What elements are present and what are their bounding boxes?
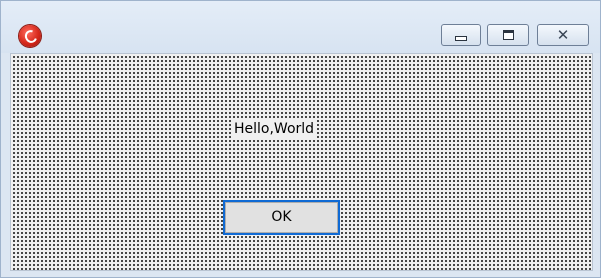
minimize-icon [455, 36, 467, 41]
close-button[interactable]: ✕ [537, 24, 589, 46]
close-icon: ✕ [556, 26, 570, 44]
hello-world-label: Hello,World [233, 120, 316, 138]
dialog-window: ✕ Hello,World OK [0, 0, 601, 278]
ok-button[interactable]: OK [223, 200, 340, 235]
form-design-surface[interactable]: Hello,World OK [10, 53, 593, 271]
maximize-icon [503, 30, 514, 40]
title-bar[interactable]: ✕ [1, 1, 600, 53]
app-logo-icon[interactable] [19, 25, 41, 47]
minimize-button[interactable] [441, 24, 481, 46]
maximize-button[interactable] [487, 24, 529, 46]
